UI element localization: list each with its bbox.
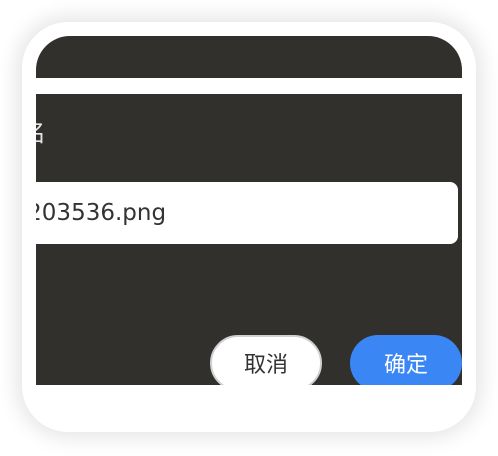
separator-strip bbox=[36, 78, 462, 94]
rename-dialog-card: 名 取消 确定 bbox=[36, 36, 462, 420]
top-bar bbox=[36, 36, 462, 78]
confirm-button[interactable]: 确定 bbox=[350, 335, 462, 391]
filename-input[interactable] bbox=[36, 182, 458, 244]
rename-dialog: 名 取消 确定 bbox=[36, 94, 462, 391]
cancel-button[interactable]: 取消 bbox=[210, 335, 322, 391]
screenshot-page: 名 取消 确定 bbox=[0, 0, 498, 456]
bottom-strip bbox=[36, 385, 462, 420]
filename-label: 名 bbox=[36, 116, 46, 150]
